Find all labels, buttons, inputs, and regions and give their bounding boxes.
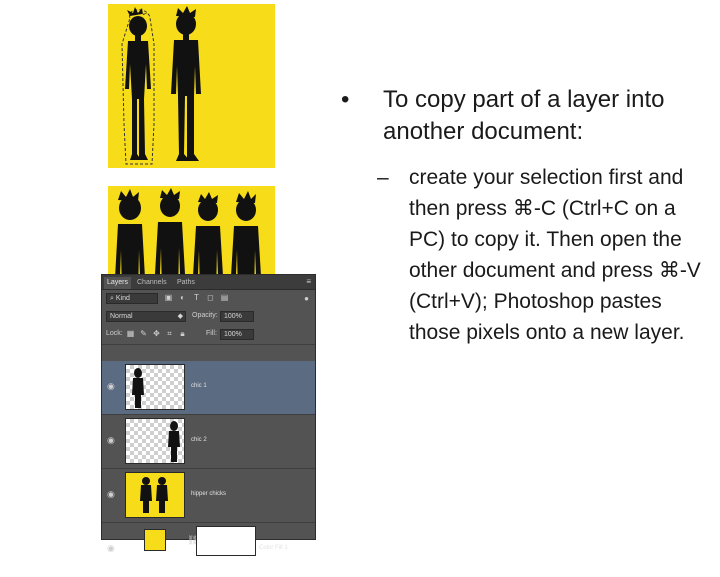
layer-name: Color Fill 1: [259, 545, 288, 551]
lock-row: Lock: ▦ ✎ ✥ ⌗ 🔒︎ Fill: 100%: [102, 326, 315, 345]
layer-row-color-fill-1[interactable]: ◉ ⛓ Color Fill 1: [102, 523, 315, 577]
layer-row-chic-1[interactable]: ◉ chic 1: [102, 361, 315, 415]
panel-tab-bar: Layers Channels Paths ≡: [102, 275, 315, 290]
filter-row: ⌕ Kind ▣ ◐ T ◻ ▤ ●: [102, 290, 315, 308]
pixel-filter-icon[interactable]: ▣: [164, 293, 173, 302]
blend-mode-select[interactable]: Normal ◆: [106, 311, 186, 322]
opacity-value: 100%: [224, 313, 242, 320]
layer-thumbnail: [125, 418, 185, 464]
eye-icon[interactable]: ◉: [107, 382, 119, 391]
figure-right: [171, 6, 201, 161]
filter-kind-label: Kind: [115, 295, 130, 302]
panel-menu-icon[interactable]: ≡: [306, 277, 311, 286]
layer-row-hipper-chicks[interactable]: ◉ hipper chicks: [102, 469, 315, 523]
eye-icon[interactable]: ◉: [107, 544, 119, 553]
sub-bullet-marker: –: [377, 166, 389, 189]
filter-toggle-icon[interactable]: ●: [302, 294, 311, 303]
bullet-marker: •: [341, 86, 350, 113]
layer-name: chic 2: [191, 437, 207, 443]
layers-panel: Layers Channels Paths ≡ ⌕ Kind ▣ ◐ T ◻ ▤…: [101, 274, 316, 556]
shape-filter-icon[interactable]: ◻: [206, 293, 215, 302]
layer-mask-thumbnail: [196, 526, 256, 556]
layer-name: chic 1: [191, 383, 207, 389]
sub-bullet-text: create your selection first and then pre…: [409, 166, 701, 344]
eye-icon[interactable]: ◉: [107, 490, 119, 499]
fill-color-swatch[interactable]: [144, 529, 166, 551]
layer-thumbnail: [125, 364, 185, 410]
lock-label: Lock:: [106, 330, 123, 337]
bullet-text: To copy part of a layer into another doc…: [383, 86, 665, 145]
lock-position-icon[interactable]: ✥: [152, 329, 161, 338]
two-figures-silhouette: [121, 6, 201, 165]
figure-left: [125, 7, 151, 160]
group-thumbnail: [140, 477, 168, 513]
layer-row-chic-2[interactable]: ◉ chic 2: [102, 415, 315, 469]
adjustment-filter-icon[interactable]: ◐: [178, 293, 187, 302]
opacity-field[interactable]: 100%: [220, 311, 254, 322]
top-image-two-figures: [108, 4, 275, 168]
tab-paths[interactable]: Paths: [174, 277, 198, 289]
layer-thumbnail: [125, 472, 185, 518]
filter-kind-select[interactable]: ⌕ Kind: [106, 293, 158, 304]
figure-thumbnail: [132, 368, 144, 408]
chevron-down-icon: ◆: [177, 313, 183, 320]
fill-label: Fill:: [206, 330, 217, 337]
blend-row: Normal ◆ Opacity: 100%: [102, 308, 315, 326]
lock-all-icon[interactable]: 🔒︎: [178, 329, 187, 338]
lock-artboard-icon[interactable]: ⌗: [165, 329, 174, 338]
tab-layers[interactable]: Layers: [104, 277, 132, 289]
lock-image-icon[interactable]: ✎: [139, 329, 148, 338]
fill-field[interactable]: 100%: [220, 329, 254, 340]
type-filter-icon[interactable]: T: [192, 293, 201, 302]
fill-value: 100%: [224, 331, 242, 338]
smart-object-filter-icon[interactable]: ▤: [220, 293, 229, 302]
eye-icon[interactable]: ◉: [107, 436, 119, 445]
lock-transparent-icon[interactable]: ▦: [126, 329, 135, 338]
opacity-label: Opacity:: [192, 312, 218, 319]
figure-thumbnail: [168, 421, 180, 462]
layer-name: hipper chicks: [191, 491, 227, 497]
blend-mode-value: Normal: [110, 313, 133, 320]
tab-channels[interactable]: Channels: [134, 277, 170, 289]
